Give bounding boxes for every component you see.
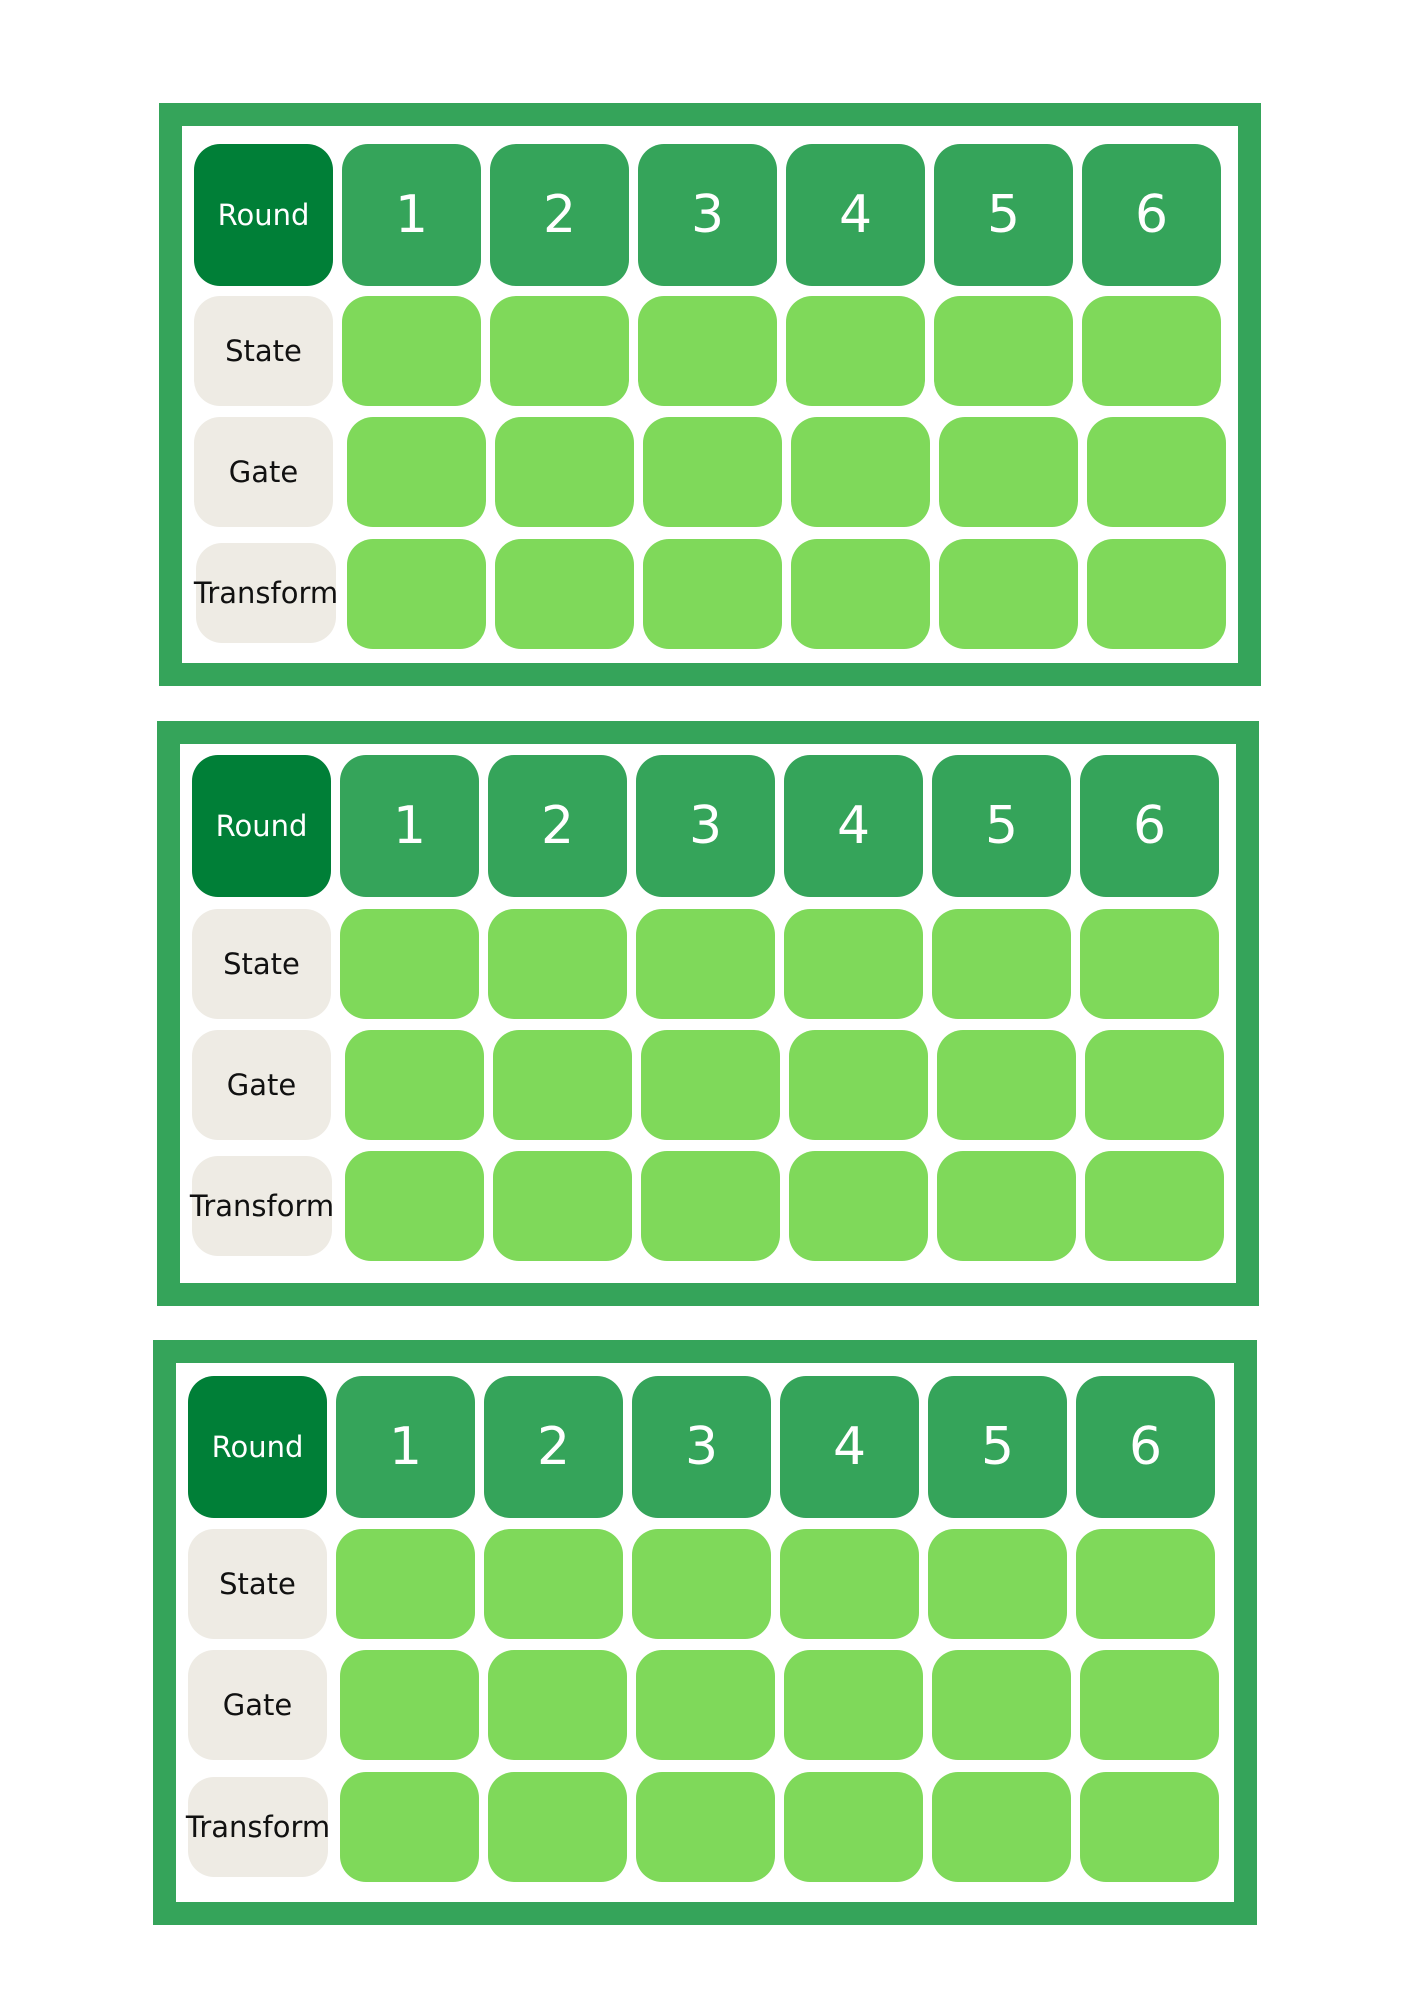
- round-number-5: 5: [928, 1376, 1067, 1518]
- state-cell: [784, 909, 923, 1019]
- row-label-transform: Transform: [190, 1156, 334, 1256]
- transform-cell: [937, 1151, 1076, 1261]
- state-cell: [488, 909, 627, 1019]
- round-number-2: 2: [484, 1376, 623, 1518]
- round-number-4: 4: [786, 144, 925, 286]
- round-number-5: 5: [932, 755, 1071, 897]
- transform-cell: [939, 539, 1078, 649]
- round-number-3: 3: [636, 755, 775, 897]
- transform-cell: [791, 539, 930, 649]
- gate-cell: [488, 1650, 627, 1760]
- round-number-6: 6: [1080, 755, 1219, 897]
- state-cell: [632, 1529, 771, 1639]
- state-cell: [1080, 909, 1219, 1019]
- round-number-3: 3: [632, 1376, 771, 1518]
- row-label-transform: Transform: [194, 543, 338, 643]
- round-number-3: 3: [638, 144, 777, 286]
- round-number-4: 4: [780, 1376, 919, 1518]
- round-number-2: 2: [490, 144, 629, 286]
- round-number-6: 6: [1076, 1376, 1215, 1518]
- round-header-label: Round: [192, 755, 331, 897]
- gate-cell: [789, 1030, 928, 1140]
- state-cell: [934, 296, 1073, 406]
- round-card-2: Round 1 2 3 4 5 6 State Gate Transform: [157, 721, 1259, 1306]
- gate-cell: [939, 417, 1078, 527]
- gate-cell: [937, 1030, 1076, 1140]
- gate-cell: [1085, 1030, 1224, 1140]
- state-cell: [340, 909, 479, 1019]
- row-label-state: State: [192, 909, 331, 1019]
- state-cell: [780, 1529, 919, 1639]
- state-cell: [484, 1529, 623, 1639]
- transform-cell: [636, 1772, 775, 1882]
- round-header-label: Round: [188, 1376, 327, 1518]
- state-cell: [932, 909, 1071, 1019]
- state-cell: [928, 1529, 1067, 1639]
- row-label-gate: Gate: [194, 417, 333, 527]
- transform-cell: [784, 1772, 923, 1882]
- row-label-state: State: [194, 296, 333, 406]
- gate-cell: [784, 1650, 923, 1760]
- state-cell: [636, 909, 775, 1019]
- transform-cell: [488, 1772, 627, 1882]
- transform-cell: [789, 1151, 928, 1261]
- transform-cell: [1085, 1151, 1224, 1261]
- round-number-1: 1: [340, 755, 479, 897]
- row-label-transform: Transform: [186, 1777, 330, 1877]
- transform-cell: [347, 539, 486, 649]
- gate-cell: [493, 1030, 632, 1140]
- transform-cell: [493, 1151, 632, 1261]
- round-number-6: 6: [1082, 144, 1221, 286]
- transform-cell: [345, 1151, 484, 1261]
- gate-cell: [932, 1650, 1071, 1760]
- state-cell: [1082, 296, 1221, 406]
- round-number-1: 1: [336, 1376, 475, 1518]
- state-cell: [336, 1529, 475, 1639]
- transform-cell: [340, 1772, 479, 1882]
- transform-cell: [643, 539, 782, 649]
- row-label-gate: Gate: [192, 1030, 331, 1140]
- round-number-1: 1: [342, 144, 481, 286]
- transform-cell: [495, 539, 634, 649]
- state-cell: [490, 296, 629, 406]
- gate-cell: [347, 417, 486, 527]
- round-card-3: Round 1 2 3 4 5 6 State Gate Transform: [153, 1340, 1257, 1925]
- gate-cell: [345, 1030, 484, 1140]
- row-label-state: State: [188, 1529, 327, 1639]
- gate-cell: [641, 1030, 780, 1140]
- row-label-gate: Gate: [188, 1650, 327, 1760]
- transform-cell: [1087, 539, 1226, 649]
- gate-cell: [495, 417, 634, 527]
- state-cell: [638, 296, 777, 406]
- transform-cell: [1080, 1772, 1219, 1882]
- gate-cell: [1087, 417, 1226, 527]
- gate-cell: [791, 417, 930, 527]
- gate-cell: [636, 1650, 775, 1760]
- transform-cell: [932, 1772, 1071, 1882]
- round-number-4: 4: [784, 755, 923, 897]
- round-number-5: 5: [934, 144, 1073, 286]
- round-header-label: Round: [194, 144, 333, 286]
- gate-cell: [1080, 1650, 1219, 1760]
- gate-cell: [643, 417, 782, 527]
- state-cell: [786, 296, 925, 406]
- transform-cell: [641, 1151, 780, 1261]
- state-cell: [1076, 1529, 1215, 1639]
- gate-cell: [340, 1650, 479, 1760]
- round-card-1: Round 1 2 3 4 5 6 State Gate Transform: [159, 103, 1261, 686]
- round-number-2: 2: [488, 755, 627, 897]
- state-cell: [342, 296, 481, 406]
